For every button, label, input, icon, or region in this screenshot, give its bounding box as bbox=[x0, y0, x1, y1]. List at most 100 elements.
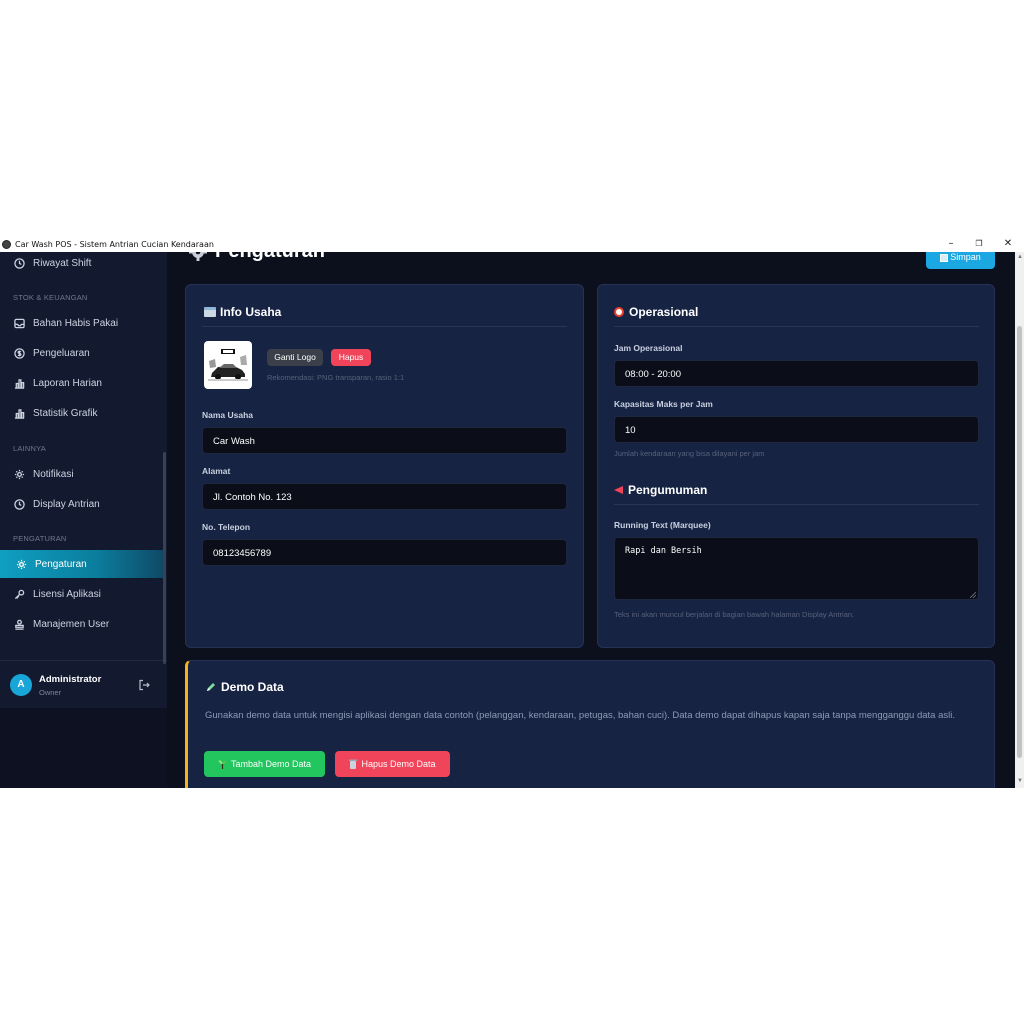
sidebar-item-label: Display Antrian bbox=[33, 498, 100, 510]
info-usaha-card: Info Usaha Ganti Logo Hapus Rekomendasi:… bbox=[185, 284, 584, 648]
minimize-button[interactable]: – bbox=[938, 237, 964, 252]
delete-logo-button[interactable]: Hapus bbox=[331, 349, 371, 366]
alarm-clock-icon bbox=[614, 307, 624, 317]
sidebar-item-label: Riwayat Shift bbox=[33, 257, 92, 269]
window-title: Car Wash POS - Sistem Antrian Cucian Ken… bbox=[15, 240, 214, 249]
marquee-textarea[interactable]: Rapi dan Bersih bbox=[614, 537, 979, 600]
users-icon bbox=[13, 618, 25, 630]
hours-input[interactable]: 08:00 - 20:00 bbox=[614, 360, 979, 387]
resize-handle-icon[interactable] bbox=[969, 591, 977, 599]
gear-icon bbox=[15, 558, 27, 570]
sidebar-item-label: Lisensi Aplikasi bbox=[33, 588, 101, 600]
inbox-icon bbox=[13, 317, 25, 329]
sidebar-item-lisensi-aplikasi[interactable]: Lisensi Aplikasi bbox=[0, 580, 163, 608]
maximize-button[interactable]: ❐ bbox=[966, 237, 992, 252]
key-icon bbox=[13, 588, 25, 600]
demo-data-title-text: Demo Data bbox=[221, 680, 284, 694]
marquee-label: Running Text (Marquee) bbox=[614, 520, 711, 530]
business-name-input[interactable]: Car Wash bbox=[202, 427, 567, 454]
scrollbar-thumb[interactable] bbox=[1017, 326, 1022, 758]
info-usaha-title: Info Usaha bbox=[204, 305, 281, 319]
info-usaha-title-text: Info Usaha bbox=[220, 305, 282, 319]
app-logo-icon bbox=[2, 240, 11, 249]
sidebar-section-pengaturan: PENGATURAN bbox=[13, 534, 67, 543]
marquee-help: Teks ini akan muncul berjalan di bagian … bbox=[614, 610, 855, 619]
demo-data-description: Gunakan demo data untuk mengisi aplikasi… bbox=[205, 710, 955, 721]
card-divider bbox=[614, 504, 979, 505]
delete-demo-data-label: Hapus Demo Data bbox=[361, 759, 436, 769]
sidebar-item-label: Pengeluaran bbox=[33, 347, 90, 359]
business-name-label: Nama Usaha bbox=[202, 410, 254, 420]
scroll-up-icon[interactable]: ▲ bbox=[1017, 254, 1023, 260]
phone-label: No. Telepon bbox=[202, 522, 251, 532]
add-demo-data-label: Tambah Demo Data bbox=[230, 759, 312, 769]
sidebar-item-display-antrian[interactable]: Display Antrian bbox=[0, 490, 163, 518]
change-logo-button[interactable]: Ganti Logo bbox=[267, 349, 323, 366]
sidebar: Riwayat Shift STOK & KEUANGAN Bahan Habi… bbox=[0, 252, 167, 788]
main-content: Pengaturan Simpan Info Usaha bbox=[167, 252, 1015, 788]
sidebar-item-label: Bahan Habis Pakai bbox=[33, 317, 119, 329]
demo-data-title: Demo Data bbox=[206, 680, 284, 694]
demo-data-card: Demo Data Gunakan demo data untuk mengis… bbox=[185, 660, 995, 788]
user-panel: A Administrator Owner bbox=[0, 661, 167, 708]
sidebar-section-lainnya: LAINNYA bbox=[13, 444, 46, 453]
logout-icon[interactable] bbox=[138, 678, 150, 691]
window-titlebar: Car Wash POS - Sistem Antrian Cucian Ken… bbox=[0, 237, 1024, 252]
card-divider bbox=[202, 326, 567, 327]
dollar-icon bbox=[13, 347, 25, 359]
avatar: A bbox=[10, 674, 32, 696]
megaphone-icon bbox=[614, 486, 623, 494]
business-logo bbox=[204, 341, 252, 389]
clock-icon bbox=[13, 498, 25, 510]
bar-chart-icon bbox=[13, 407, 25, 419]
capacity-input[interactable]: 10 bbox=[614, 416, 979, 443]
user-name: Administrator bbox=[39, 674, 102, 685]
close-button[interactable]: ✕ bbox=[995, 237, 1021, 252]
sidebar-item-notifikasi[interactable]: Notifikasi bbox=[0, 460, 163, 488]
sidebar-item-manajemen-user[interactable]: Manajemen User bbox=[0, 610, 163, 638]
sidebar-item-laporan-harian[interactable]: Laporan Harian bbox=[0, 369, 163, 397]
operasional-title-text: Operasional bbox=[629, 305, 699, 319]
page-scrollbar[interactable]: ▲ ▼ bbox=[1015, 252, 1024, 788]
address-label: Alamat bbox=[202, 466, 231, 476]
save-button[interactable]: Simpan bbox=[926, 252, 995, 269]
pengumuman-title: Pengumuman bbox=[614, 483, 707, 497]
store-icon bbox=[204, 307, 216, 317]
sidebar-item-label: Notifikasi bbox=[33, 468, 74, 480]
capacity-label: Kapasitas Maks per Jam bbox=[614, 399, 713, 409]
scroll-down-icon[interactable]: ▼ bbox=[1017, 778, 1023, 784]
operasional-card: Operasional Jam Operasional 08:00 - 20:0… bbox=[597, 284, 995, 648]
operasional-title: Operasional bbox=[614, 305, 698, 319]
trash-icon bbox=[349, 759, 358, 769]
pengumuman-title-text: Pengumuman bbox=[628, 483, 708, 497]
sidebar-item-label: Pengaturan bbox=[35, 558, 87, 570]
sidebar-item-bahan-habis-pakai[interactable]: Bahan Habis Pakai bbox=[0, 309, 163, 337]
card-divider bbox=[614, 326, 979, 327]
page-title: Pengaturan bbox=[189, 252, 325, 263]
add-demo-data-button[interactable]: Tambah Demo Data bbox=[204, 751, 325, 777]
sidebar-item-label: Statistik Grafik bbox=[33, 407, 98, 419]
sidebar-section-stok: STOK & KEUANGAN bbox=[13, 293, 88, 302]
sidebar-nav: Riwayat Shift STOK & KEUANGAN Bahan Habi… bbox=[0, 252, 167, 708]
sidebar-item-pengaturan[interactable]: Pengaturan bbox=[0, 550, 163, 578]
gear-icon bbox=[189, 252, 207, 261]
app-window: Car Wash POS - Sistem Antrian Cucian Ken… bbox=[0, 237, 1024, 788]
address-input[interactable]: Jl. Contoh No. 123 bbox=[202, 483, 567, 510]
sidebar-item-pengeluaran[interactable]: Pengeluaran bbox=[0, 339, 163, 367]
sidebar-scrollbar[interactable] bbox=[163, 452, 166, 664]
user-role: Owner bbox=[39, 688, 62, 697]
delete-demo-data-button[interactable]: Hapus Demo Data bbox=[335, 751, 450, 777]
bar-chart-icon bbox=[13, 377, 25, 389]
capacity-help: Jumlah kendaraan yang bisa dilayani per … bbox=[614, 449, 765, 458]
pencil-icon bbox=[206, 681, 216, 691]
app-content: Riwayat Shift STOK & KEUANGAN Bahan Habi… bbox=[0, 252, 1024, 788]
clock-icon bbox=[13, 257, 25, 269]
gear-icon bbox=[13, 468, 25, 480]
phone-input[interactable]: 08123456789 bbox=[202, 539, 567, 566]
sidebar-item-statistik-grafik[interactable]: Statistik Grafik bbox=[0, 399, 163, 427]
logo-hint: Rekomendasi: PNG transparan, rasio 1:1 bbox=[267, 373, 405, 382]
sidebar-item-label: Manajemen User bbox=[33, 618, 110, 630]
sidebar-item-riwayat-shift[interactable]: Riwayat Shift bbox=[0, 252, 163, 277]
seedling-icon bbox=[218, 759, 227, 769]
marquee-text: Rapi dan Bersih bbox=[625, 546, 702, 556]
